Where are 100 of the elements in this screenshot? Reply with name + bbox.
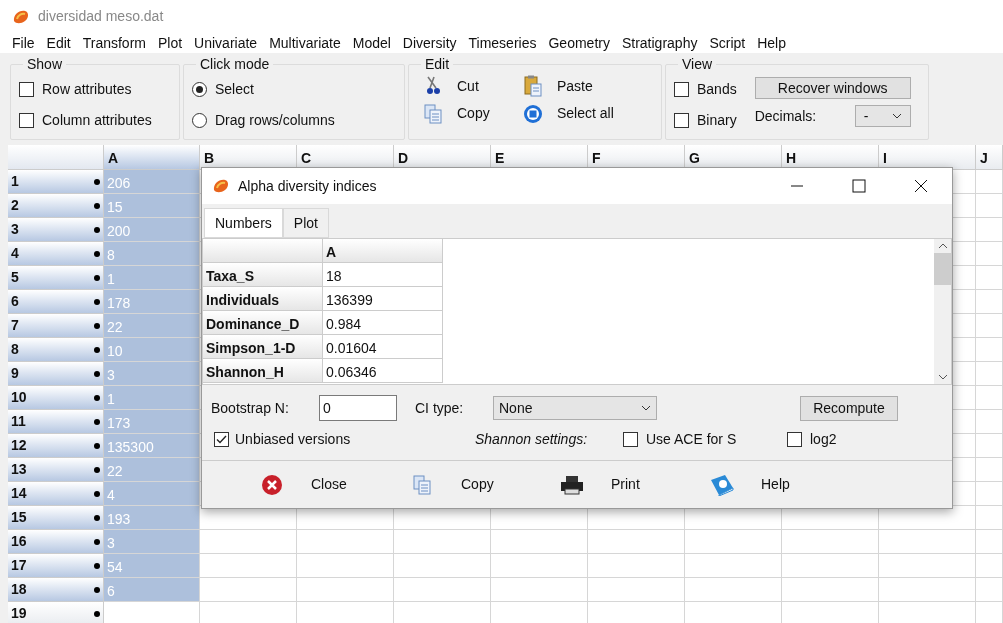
menu-item[interactable]: File <box>10 32 37 54</box>
menu-item[interactable]: Plot <box>155 32 185 54</box>
decimals-dropdown[interactable]: - <box>854 105 911 127</box>
row-header[interactable]: 18 <box>8 578 104 602</box>
checkbox-label: Row attributes <box>42 80 132 99</box>
recompute-button[interactable]: Recompute <box>800 395 898 421</box>
bootstrap-field[interactable]: 0 <box>319 395 397 421</box>
checkbox-label: log2 <box>810 430 837 449</box>
row-header[interactable]: 5 <box>8 266 104 290</box>
group-title: Edit <box>424 55 451 74</box>
checkbox[interactable] <box>214 432 229 447</box>
column-header: A <box>323 239 443 263</box>
checkbox-label: Bands <box>697 80 737 99</box>
dialog-title: Alpha diversity indices <box>238 176 378 196</box>
close-icon[interactable] <box>914 179 928 193</box>
bullet-icon <box>94 394 100 401</box>
toolbar-button[interactable]: Copy <box>423 103 523 124</box>
bullet-icon <box>94 250 100 257</box>
checkbox[interactable] <box>19 113 34 128</box>
row-header[interactable]: 17 <box>8 554 104 578</box>
close-icon <box>261 473 283 496</box>
row-header[interactable]: 6 <box>8 290 104 314</box>
bullet-icon <box>94 346 100 353</box>
column-header[interactable]: A <box>104 145 200 170</box>
table-cell: 6 <box>104 578 200 602</box>
bullet-icon <box>94 418 100 425</box>
tab[interactable]: Numbers <box>204 208 283 238</box>
table-cell: 54 <box>104 554 200 578</box>
row-header[interactable]: 16 <box>8 530 104 554</box>
copy-icon <box>413 474 431 495</box>
bullet-icon <box>94 202 100 209</box>
table-cell: 3 <box>104 362 200 386</box>
menu-item[interactable]: Geometry <box>546 32 612 54</box>
toolbar-button[interactable]: Select all <box>523 103 653 124</box>
row-header[interactable]: 8 <box>8 338 104 362</box>
row-header[interactable]: 12 <box>8 434 104 458</box>
menu-item[interactable]: Model <box>350 32 393 54</box>
bullet-icon <box>94 322 100 329</box>
checkbox[interactable] <box>787 432 802 447</box>
table-cell: 0.984 <box>323 311 443 335</box>
row-header[interactable]: 4 <box>8 242 104 266</box>
checkbox[interactable] <box>674 82 689 97</box>
menu-item[interactable]: Diversity <box>400 32 459 54</box>
select-all-icon <box>523 103 543 124</box>
menu-item[interactable]: Transform <box>80 32 148 54</box>
toolbar-button[interactable]: Paste <box>523 75 653 97</box>
checkbox[interactable] <box>674 113 689 128</box>
table-cell: 4 <box>104 482 200 506</box>
maximize-icon[interactable] <box>852 179 866 193</box>
table-cell: 18 <box>323 263 443 287</box>
table-cell: 1 <box>104 386 200 410</box>
row-header[interactable]: 1 <box>8 170 104 194</box>
dialog-button[interactable]: Copy <box>409 474 559 495</box>
menu-item[interactable]: Univariate <box>192 32 260 54</box>
row-header[interactable]: 9 <box>8 362 104 386</box>
row-header: Dominance_D <box>203 311 323 335</box>
table-cell: 1 <box>104 266 200 290</box>
menu-item[interactable]: Edit <box>44 32 73 54</box>
checkbox[interactable] <box>19 82 34 97</box>
ci-type-dropdown[interactable]: None <box>493 396 657 420</box>
menu-item[interactable]: Stratigraphy <box>619 32 700 54</box>
menu-item[interactable]: Help <box>755 32 788 54</box>
row-header[interactable]: 14 <box>8 482 104 506</box>
toolbar-button[interactable]: Cut <box>423 75 523 97</box>
bullet-icon <box>94 466 100 473</box>
row-header[interactable]: 7 <box>8 314 104 338</box>
row-header[interactable]: 10 <box>8 386 104 410</box>
table-cell: 15 <box>104 194 200 218</box>
bullet-icon <box>94 226 100 233</box>
menu-item[interactable]: Multivariate <box>267 32 343 54</box>
radio-button[interactable] <box>192 82 207 97</box>
column-header[interactable]: J <box>976 145 1003 170</box>
menu-item[interactable]: Script <box>707 32 748 54</box>
recover-windows-button[interactable]: Recover windows <box>754 77 911 99</box>
checkbox-label: Use ACE for S <box>646 430 737 449</box>
table-cell: 136399 <box>323 287 443 311</box>
dialog-button[interactable]: Close <box>259 473 409 496</box>
bullet-icon <box>94 178 100 185</box>
row-header[interactable]: 19 <box>8 602 104 623</box>
menu-item[interactable]: Timeseries <box>466 32 539 54</box>
vertical-scrollbar[interactable] <box>934 239 951 384</box>
app-logo-icon <box>12 8 30 25</box>
clipboard-icon <box>524 75 542 97</box>
row-header[interactable]: 13 <box>8 458 104 482</box>
row-header[interactable]: 15 <box>8 506 104 530</box>
tab[interactable]: Plot <box>282 208 329 238</box>
checkbox[interactable] <box>623 432 638 447</box>
radio-label: Select <box>215 80 254 99</box>
checkbox-label: Column attributes <box>42 111 152 130</box>
radio-button[interactable] <box>192 113 207 128</box>
row-header: Individuals <box>203 287 323 311</box>
dialog-button[interactable]: Print <box>559 474 709 495</box>
chevron-down-icon <box>641 405 651 411</box>
table-cell: 8 <box>104 242 200 266</box>
row-header[interactable]: 3 <box>8 218 104 242</box>
row-header[interactable]: 2 <box>8 194 104 218</box>
dialog-button[interactable]: Help <box>709 473 859 496</box>
row-header[interactable]: 11 <box>8 410 104 434</box>
table-cell: 10 <box>104 338 200 362</box>
scrollbar-thumb[interactable] <box>934 253 951 285</box>
